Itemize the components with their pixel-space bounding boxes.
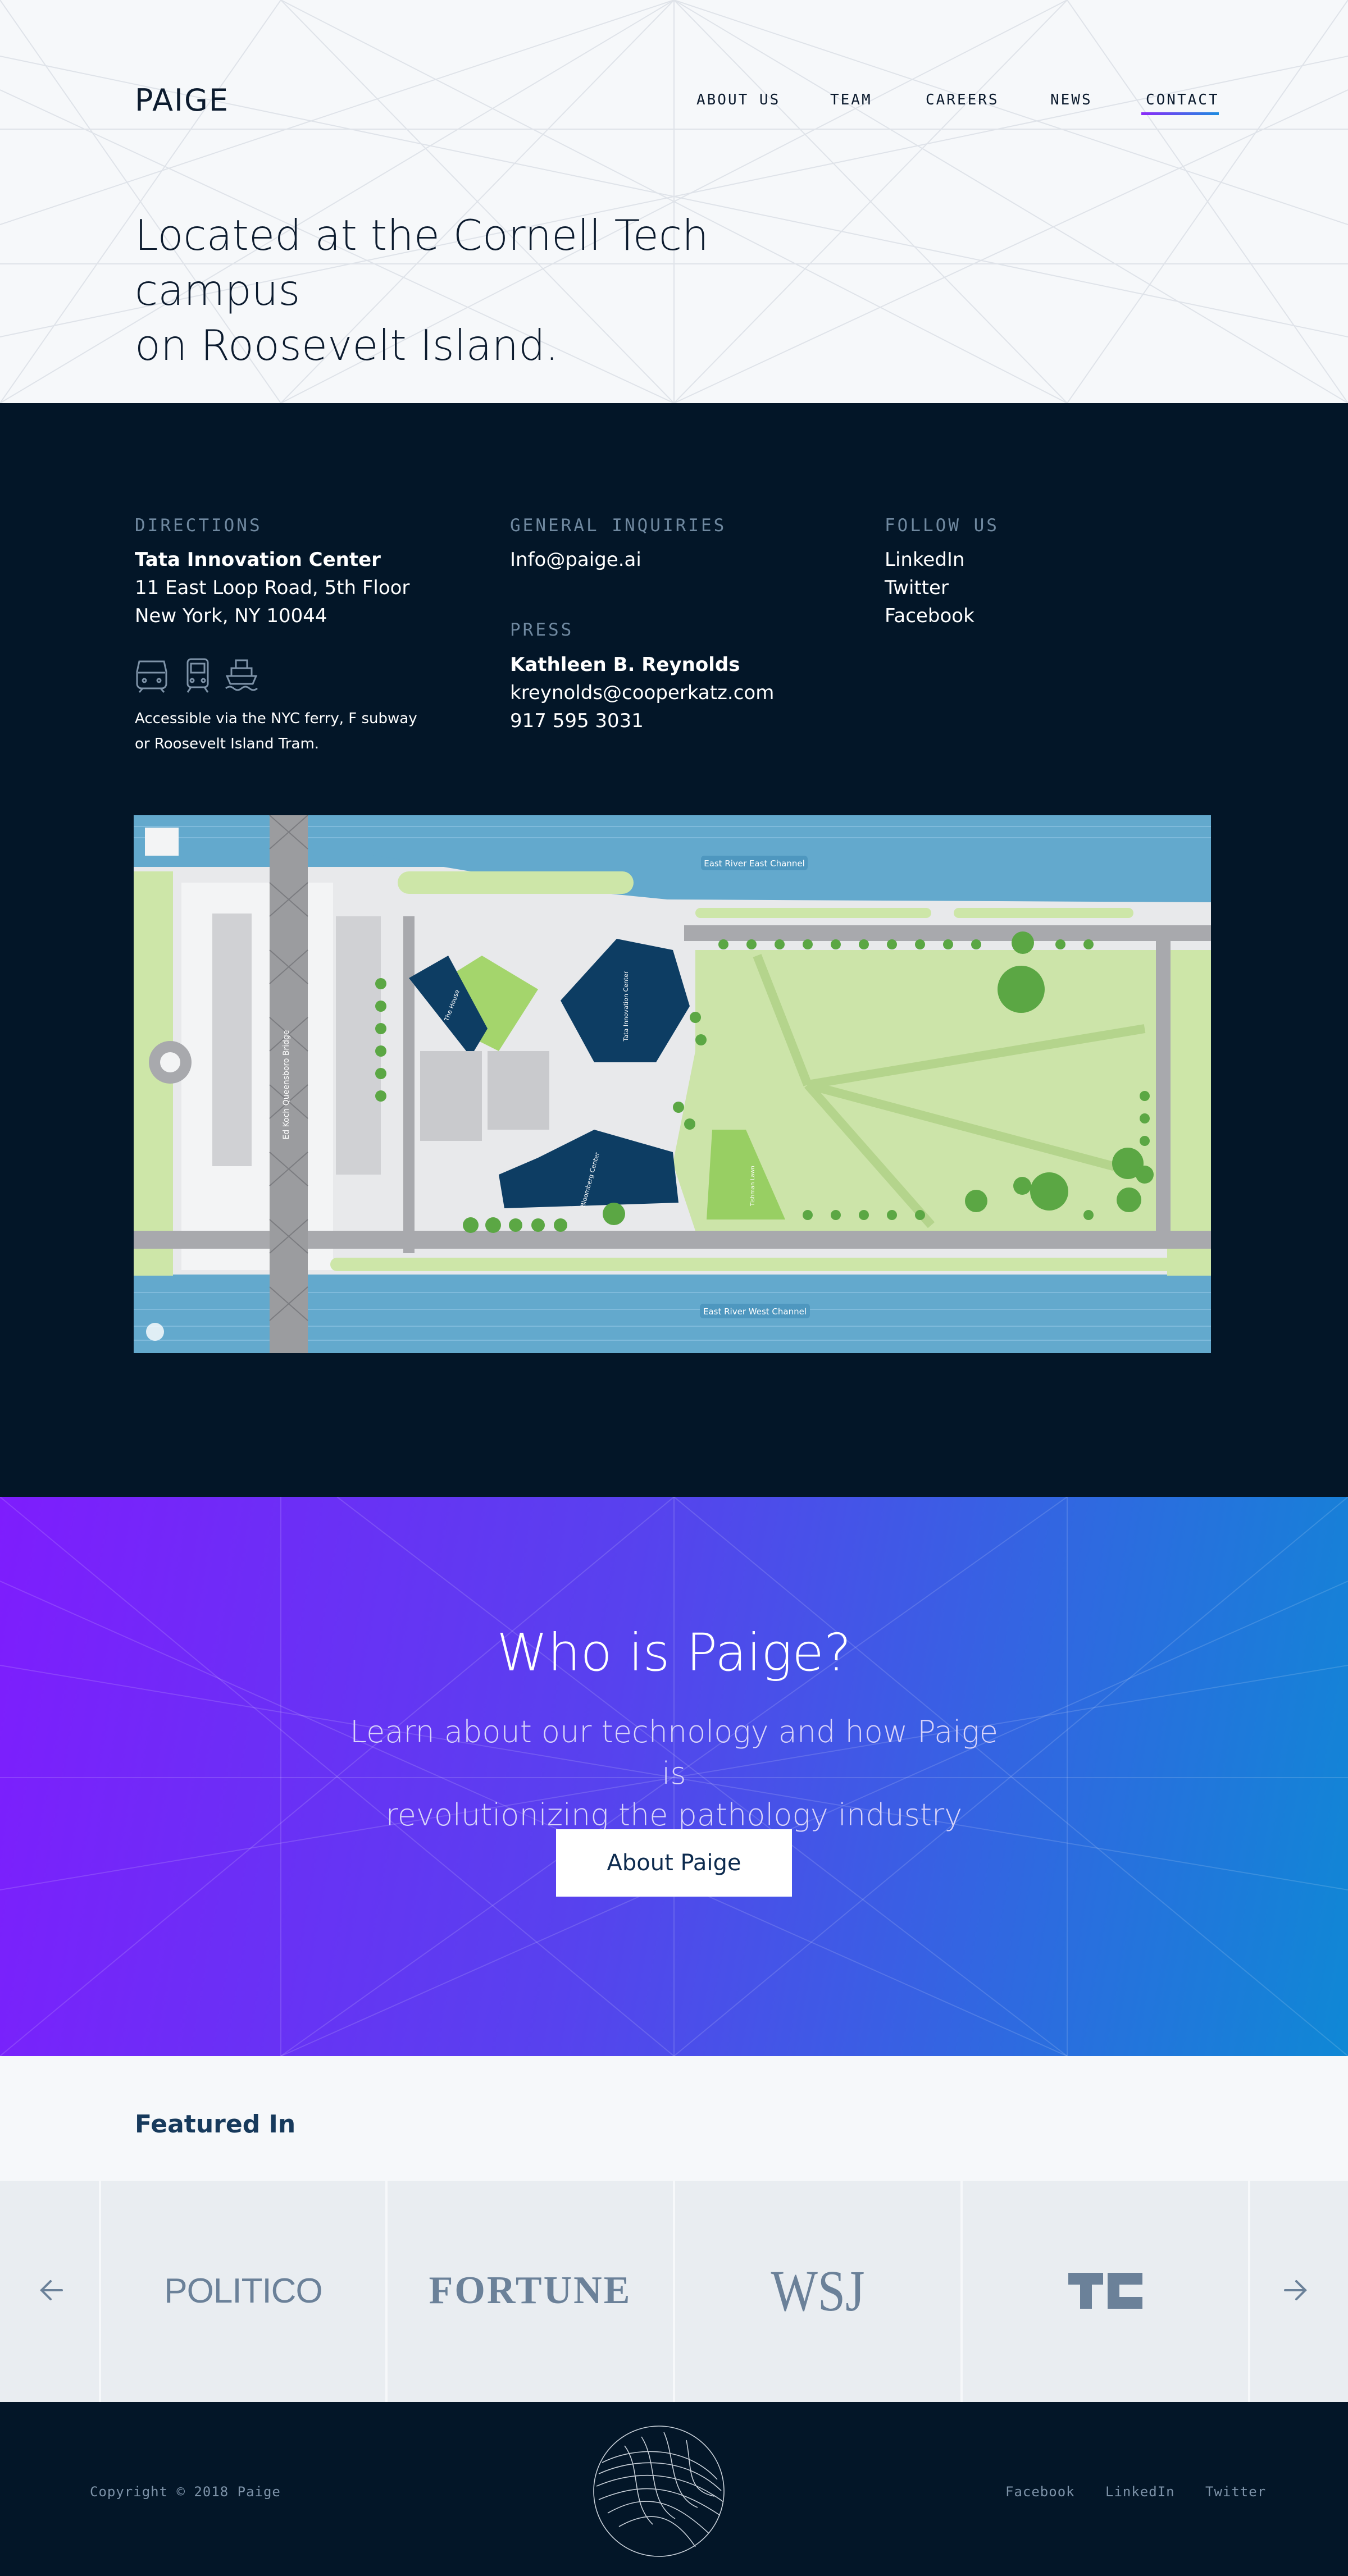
politico-logo[interactable]: POLITICO <box>101 2229 385 2353</box>
nav-careers[interactable]: CAREERS <box>926 92 999 108</box>
map-road-north <box>684 925 1211 941</box>
carousel-prev-arrow-icon[interactable] <box>35 2276 69 2305</box>
ferry-icon <box>225 659 258 691</box>
copyright-text: Copyright © 2018 Paige <box>90 2484 281 2500</box>
map-east-park <box>1167 950 1211 1276</box>
map-building-grey-2 <box>488 1051 549 1130</box>
follow-linkedin-link[interactable]: LinkedIn <box>885 549 965 571</box>
footer-facebook-link[interactable]: Facebook <box>1005 2484 1075 2500</box>
carousel-divider-3 <box>673 2181 675 2402</box>
directions-note-line2: or Roosevelt Island Tram. <box>135 736 320 752</box>
page-title-line1: Located at the Cornell Tech campus <box>135 211 709 315</box>
map-lawn-label: Tishman Lawn <box>750 1166 756 1207</box>
inquiries-label: GENERAL INQUIRIES <box>510 515 727 536</box>
inquiries-email-link[interactable]: Info@paige.ai <box>510 549 641 571</box>
map-wheelchair-icon <box>146 1323 164 1341</box>
who-title: Who is Paige? <box>497 1623 851 1683</box>
map-roundabout-center <box>160 1052 180 1072</box>
footer-linkedin-link[interactable]: LinkedIn <box>1105 2484 1175 2500</box>
footer-twitter-link[interactable]: Twitter <box>1205 2484 1266 2500</box>
fortune-logo[interactable]: FORTUNE <box>388 2229 673 2353</box>
map-road-east <box>1156 928 1171 1242</box>
active-nav-underline <box>1141 112 1219 115</box>
about-paige-button[interactable]: About Paige <box>556 1829 792 1897</box>
who-subtitle-line2: revolutionizing the pathology industry <box>385 1797 963 1833</box>
press-label: PRESS <box>510 620 574 640</box>
map-south-channel-label: East River West Channel <box>703 1307 807 1317</box>
map-block-1 <box>212 914 252 1166</box>
nav-team[interactable]: TEAM <box>830 92 872 108</box>
who-subtitle-line1: Learn about our technology and how Paige… <box>349 1714 999 1791</box>
follow-label: FOLLOW US <box>885 515 999 536</box>
map-bridge-label: Ed Koch Queensboro Bridge <box>282 1030 291 1139</box>
techcrunch-logo[interactable]: TC <box>963 2229 1248 2353</box>
hero-section: PAIGE ABOUT US TEAM CAREERS NEWS CONTACT… <box>0 0 1348 403</box>
directions-note: Accessible via the NYC ferry, F subway o… <box>135 706 417 757</box>
featured-title: Featured In <box>135 2110 296 2139</box>
wsj-logo[interactable]: WSJ <box>696 2229 939 2353</box>
paige-logo[interactable]: PAIGE <box>135 83 229 118</box>
map-north-channel-label: East River East Channel <box>704 858 804 869</box>
press-phone-link[interactable]: 917 595 3031 <box>510 710 644 732</box>
press-contact-name: Kathleen B. Reynolds <box>510 654 740 676</box>
page-title-line2: on Roosevelt Island. <box>135 321 559 370</box>
campus-map[interactable]: East River East Channel East River West … <box>134 815 1211 1353</box>
train-icon <box>186 658 209 693</box>
follow-facebook-link[interactable]: Facebook <box>885 605 974 627</box>
nav-news[interactable]: NEWS <box>1050 92 1092 108</box>
nav-about-us[interactable]: ABOUT US <box>696 92 780 108</box>
who-subtitle: Learn about our technology and how Paige… <box>337 1711 1011 1836</box>
carousel-divider-5 <box>1248 2181 1250 2402</box>
map-tata-label: Tata Innovation Center <box>622 971 630 1042</box>
map-block-2 <box>336 916 381 1175</box>
map-building-grey-1 <box>420 1051 482 1141</box>
techcrunch-mark-icon <box>1068 2273 1142 2309</box>
page-title: Located at the Cornell Tech campus on Ro… <box>135 208 865 373</box>
nav-contact[interactable]: CONTACT <box>1146 92 1219 108</box>
map-plaza-west <box>181 883 333 1270</box>
carousel-next-arrow-icon[interactable] <box>1278 2276 1312 2305</box>
directions-address1: 11 East Loop Road, 5th Floor <box>135 577 410 599</box>
map-legend-box <box>145 828 179 856</box>
directions-label: DIRECTIONS <box>135 515 262 536</box>
follow-twitter-link[interactable]: Twitter <box>885 577 949 599</box>
paige-footer-logo-icon[interactable] <box>591 2423 727 2559</box>
subway-icon <box>136 660 167 693</box>
press-email-link[interactable]: kreynolds@cooperkatz.com <box>510 682 774 704</box>
directions-address2: New York, NY 10044 <box>135 605 327 627</box>
directions-note-line1: Accessible via the NYC ferry, F subway <box>135 710 417 727</box>
directions-name: Tata Innovation Center <box>135 549 381 571</box>
map-road-west <box>403 916 415 1253</box>
